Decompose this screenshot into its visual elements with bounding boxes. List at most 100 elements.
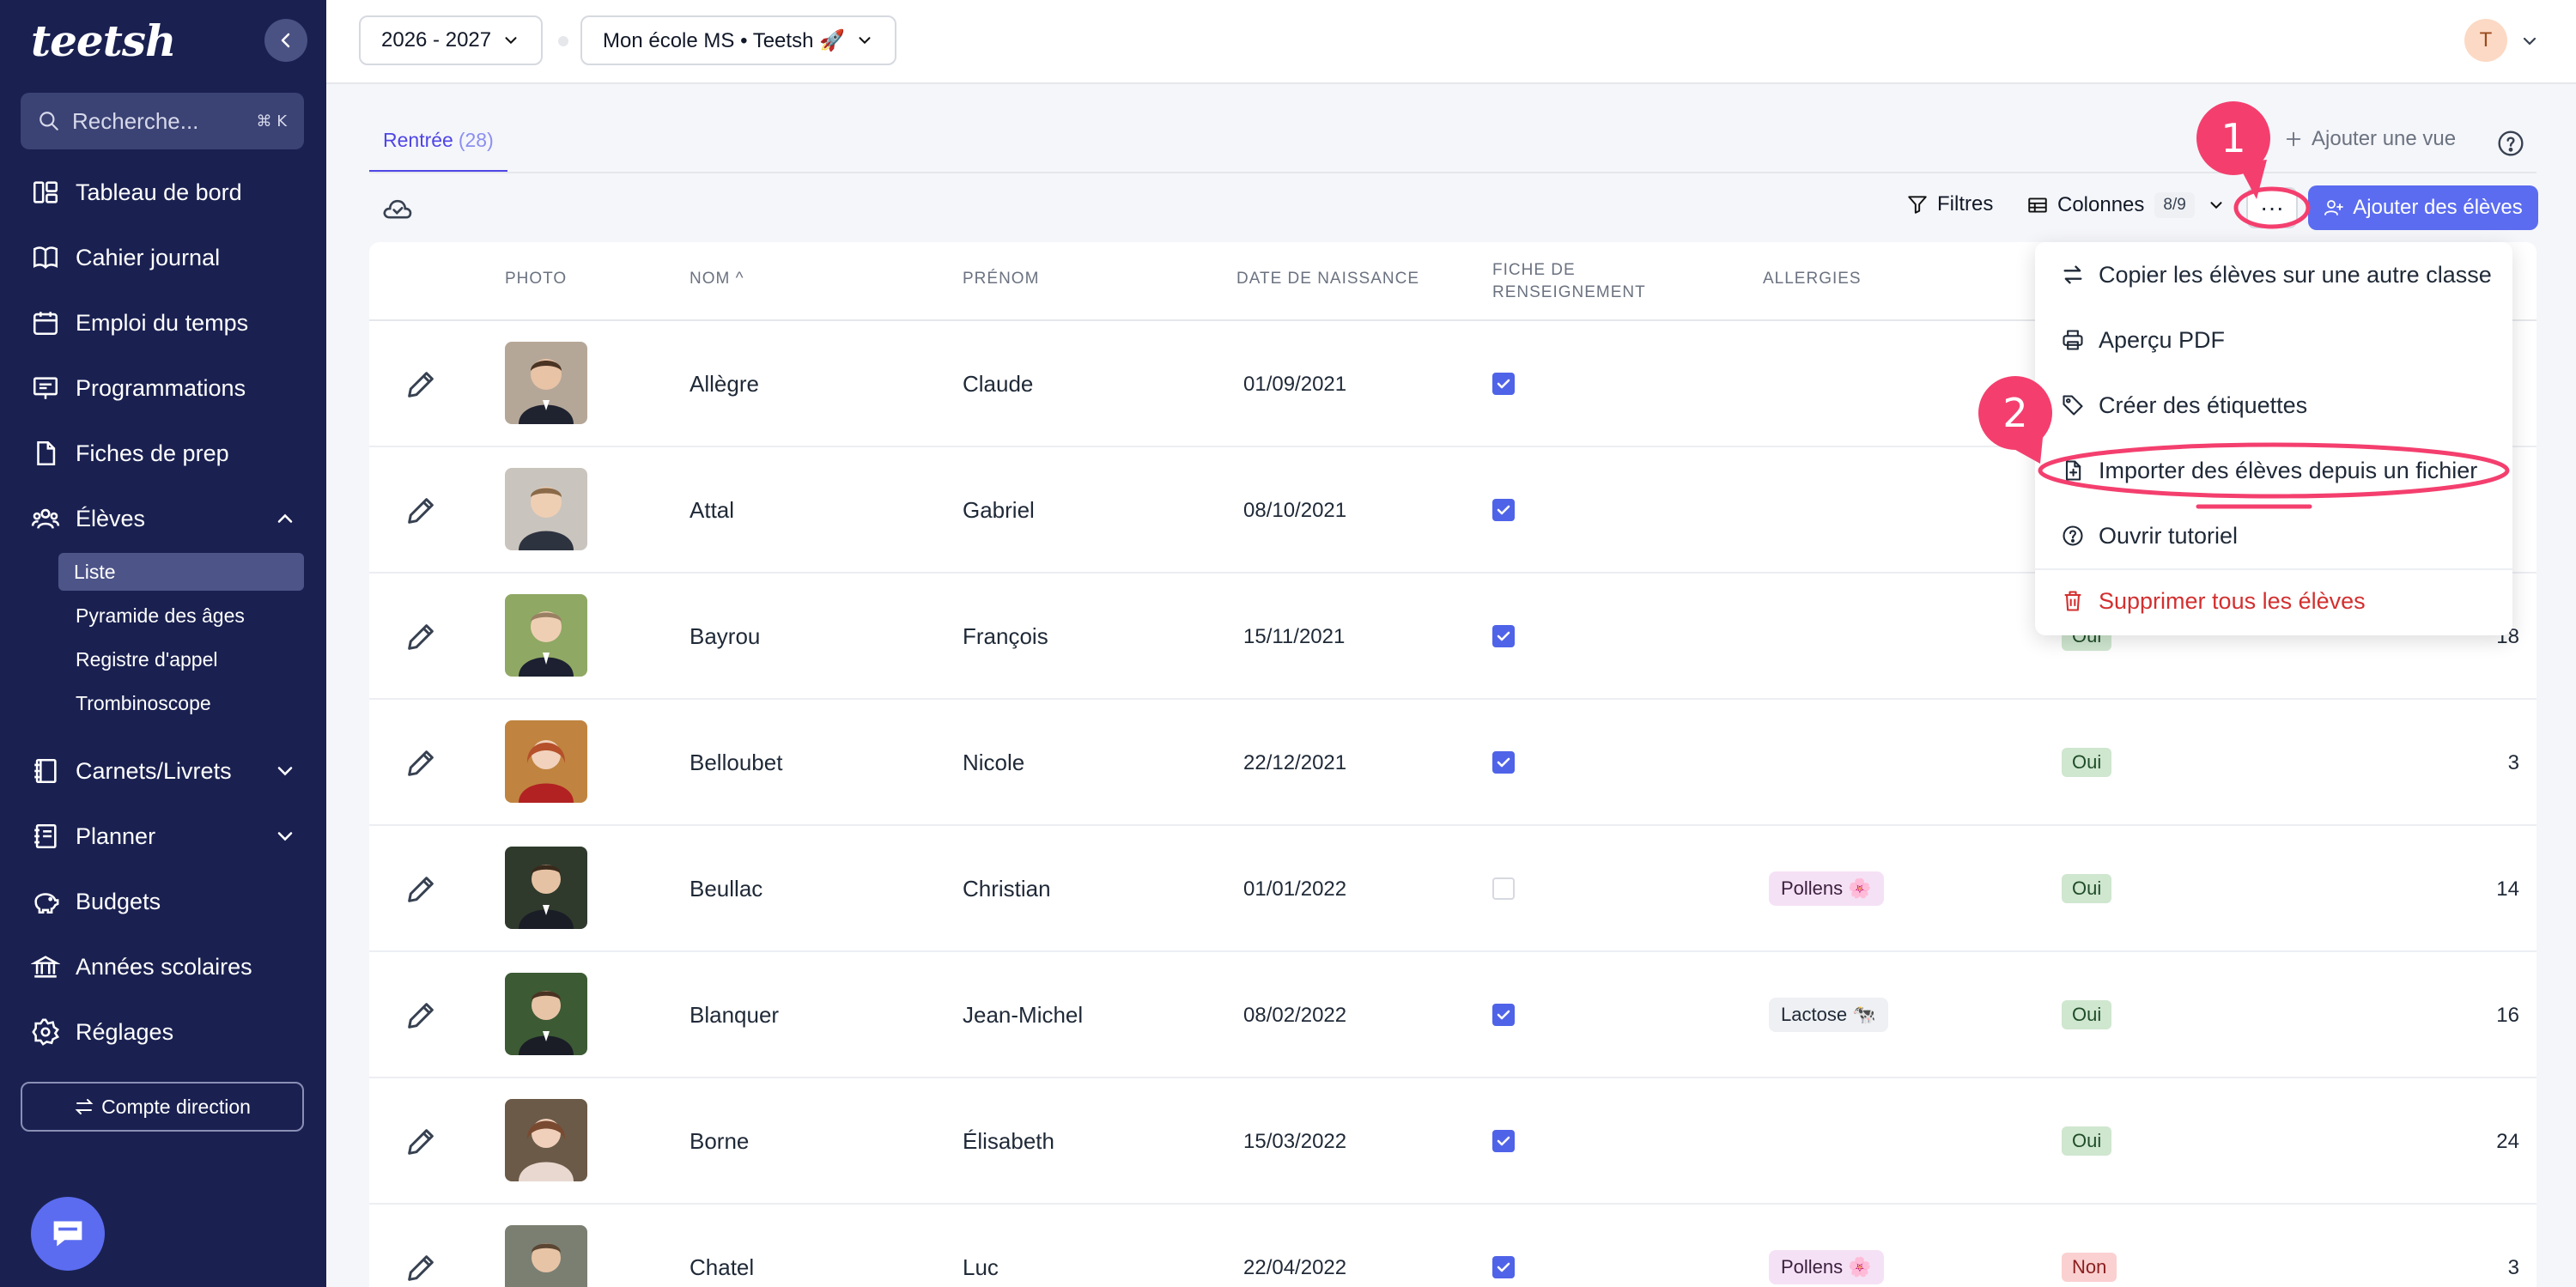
sidebar-item-label: Carnets/Livrets (76, 757, 232, 784)
fiche-checkbox[interactable] (1492, 625, 1515, 647)
separator-dot (558, 36, 568, 46)
column-header-nom[interactable]: NOM ^ (690, 268, 744, 290)
account-switch-button[interactable]: Compte direction (21, 1082, 304, 1132)
school-selector[interactable]: Mon école MS • Teetsh 🚀 (580, 15, 896, 65)
collapse-sidebar-button[interactable] (264, 19, 307, 62)
pencil-icon[interactable] (404, 494, 438, 528)
sidebar-item-planner[interactable]: Planner (31, 810, 297, 862)
sidebar-item-eleves[interactable]: Élèves (31, 493, 297, 544)
pencil-icon[interactable] (404, 746, 438, 780)
sidebar-subitem-pyramide[interactable]: Pyramide des âges (58, 597, 304, 634)
tag-icon (2063, 395, 2083, 416)
student-photo[interactable] (505, 1225, 587, 1287)
menu-item-delete-all[interactable]: Supprimer tous les élèves (2061, 584, 2366, 618)
sidebar-item-emploi-du-temps[interactable]: Emploi du temps (31, 297, 297, 349)
fiche-checkbox[interactable] (1492, 877, 1515, 900)
menu-item-pdf-preview[interactable]: Aperçu PDF (2061, 323, 2225, 357)
sidebar-item-reglages[interactable]: Réglages (31, 1006, 297, 1058)
chat-button[interactable] (31, 1197, 105, 1271)
chat-icon (53, 1221, 82, 1247)
menu-item-copy-students[interactable]: Copier les élèves sur une autre classe (2061, 258, 2492, 292)
sidebar-item-tableau-de-bord[interactable]: Tableau de bord (31, 167, 297, 218)
menu-item-import-students[interactable]: Importer des élèves depuis un fichier (2061, 453, 2477, 488)
annotation-step-1: 1 (2196, 101, 2270, 175)
filter-icon (1908, 196, 1927, 214)
pencil-icon[interactable] (404, 1125, 438, 1159)
fiche-checkbox[interactable] (1492, 373, 1515, 395)
filters-button[interactable]: Filtres (1906, 192, 1993, 216)
student-photo[interactable] (505, 973, 587, 1055)
sidebar-item-carnets[interactable]: Carnets/Livrets (31, 745, 297, 797)
notebook-icon (34, 758, 57, 784)
chevron-down-icon (277, 832, 293, 841)
search-input[interactable]: Recherche... ⌘ K (21, 93, 304, 149)
tab-rentree[interactable]: Rentrée (28) (369, 129, 507, 173)
column-header-fiche[interactable]: FICHE DE RENSEIGNEMENT (1492, 259, 1646, 304)
chevron-down-icon (859, 37, 871, 45)
student-photo[interactable] (505, 720, 587, 803)
student-number: 3 (2507, 750, 2519, 774)
pencil-icon[interactable] (404, 1251, 438, 1285)
sidebar-item-budgets[interactable]: Budgets (31, 876, 297, 927)
student-nom: Blanquer (690, 1002, 780, 1028)
chevron-down-icon[interactable] (2519, 31, 2540, 52)
app-logo[interactable]: teetsh (31, 15, 176, 66)
student-nom: Attal (690, 497, 735, 523)
sidebar-subitem-trombinoscope[interactable]: Trombinoscope (58, 684, 304, 722)
search-placeholder: Recherche... (72, 107, 199, 134)
pencil-icon[interactable] (404, 367, 438, 402)
sidebar-subitem-liste[interactable]: Liste (58, 553, 304, 591)
column-header-naissance[interactable]: DATE DE NAISSANCE (1236, 268, 1419, 290)
columns-count-badge: 8/9 (2154, 192, 2195, 218)
annotation-step-2: 2 (1978, 376, 2052, 450)
student-birthdate: 15/11/2021 (1243, 624, 1346, 648)
fiche-checkbox[interactable] (1492, 751, 1515, 774)
more-options-button[interactable]: ··· (2246, 187, 2298, 228)
help-circle-icon[interactable] (2497, 130, 2524, 157)
fiche-checkbox[interactable] (1492, 1004, 1515, 1026)
sidebar-subitem-registre[interactable]: Registre d'appel (58, 640, 304, 678)
menu-item-label: Ouvrir tutoriel (2099, 522, 2239, 549)
pencil-icon[interactable] (404, 872, 438, 907)
student-photo[interactable] (505, 468, 587, 550)
fiche-checkbox[interactable] (1492, 499, 1515, 521)
sidebar: teetsh Recherche... ⌘ K Tableau de bord … (0, 0, 326, 1287)
sidebar-item-fiches-de-prep[interactable]: Fiches de prep (31, 428, 297, 479)
table-row[interactable]: Beullac Christian 01/01/2022 Pollens 🌸 O… (369, 826, 2537, 952)
sidebar-item-cahier-journal[interactable]: Cahier journal (31, 232, 297, 283)
columns-button[interactable]: Colonnes 8/9 (2026, 192, 2226, 218)
sidebar-item-label: Fiches de prep (76, 440, 229, 466)
student-birthdate: 22/04/2022 (1243, 1255, 1347, 1279)
table-row[interactable]: Chatel Luc 22/04/2022 Pollens 🌸 Non 3 (369, 1205, 2537, 1287)
student-photo[interactable] (505, 342, 587, 424)
pencil-icon[interactable] (404, 620, 438, 654)
sidebar-item-programmations[interactable]: Programmations (31, 362, 297, 414)
avatar[interactable]: T (2464, 19, 2507, 62)
year-selector[interactable]: 2026 - 2027 (359, 15, 544, 65)
student-photo[interactable] (505, 1099, 587, 1181)
add-students-button[interactable]: Ajouter des élèves (2308, 185, 2538, 230)
school-selector-label: Mon école MS • Teetsh 🚀 (603, 28, 845, 52)
filters-label: Filtres (1937, 192, 1994, 216)
column-header-allergies[interactable]: ALLERGIES (1763, 268, 1862, 290)
cloud-check-icon[interactable] (381, 194, 414, 223)
tabs-divider (369, 172, 2537, 173)
table-row[interactable]: Belloubet Nicole 22/12/2021 Oui 3 (369, 700, 2537, 826)
pencil-icon[interactable] (404, 999, 438, 1033)
student-photo[interactable] (505, 847, 587, 929)
column-header-nom-label: NOM (690, 270, 731, 288)
menu-item-create-labels[interactable]: Créer des étiquettes (2061, 388, 2307, 422)
student-photo[interactable] (505, 594, 587, 677)
menu-item-tutorial[interactable]: Ouvrir tutoriel (2061, 519, 2238, 553)
add-view-button[interactable]: Ajouter une vue (2284, 127, 2456, 151)
account-switch-label: Compte direction (101, 1095, 251, 1118)
column-header-prenom[interactable]: PRÉNOM (963, 268, 1039, 290)
search-icon (39, 112, 58, 131)
column-header-fiche-line1: FICHE DE (1492, 261, 1576, 279)
fiche-checkbox[interactable] (1492, 1130, 1515, 1152)
table-row[interactable]: Borne Élisabeth 15/03/2022 Oui 24 (369, 1078, 2537, 1205)
table-row[interactable]: Blanquer Jean-Michel 08/02/2022 Lactose … (369, 952, 2537, 1078)
gear-icon (32, 1018, 60, 1046)
sidebar-item-annees-scolaires[interactable]: Années scolaires (31, 941, 297, 993)
fiche-checkbox[interactable] (1492, 1256, 1515, 1278)
